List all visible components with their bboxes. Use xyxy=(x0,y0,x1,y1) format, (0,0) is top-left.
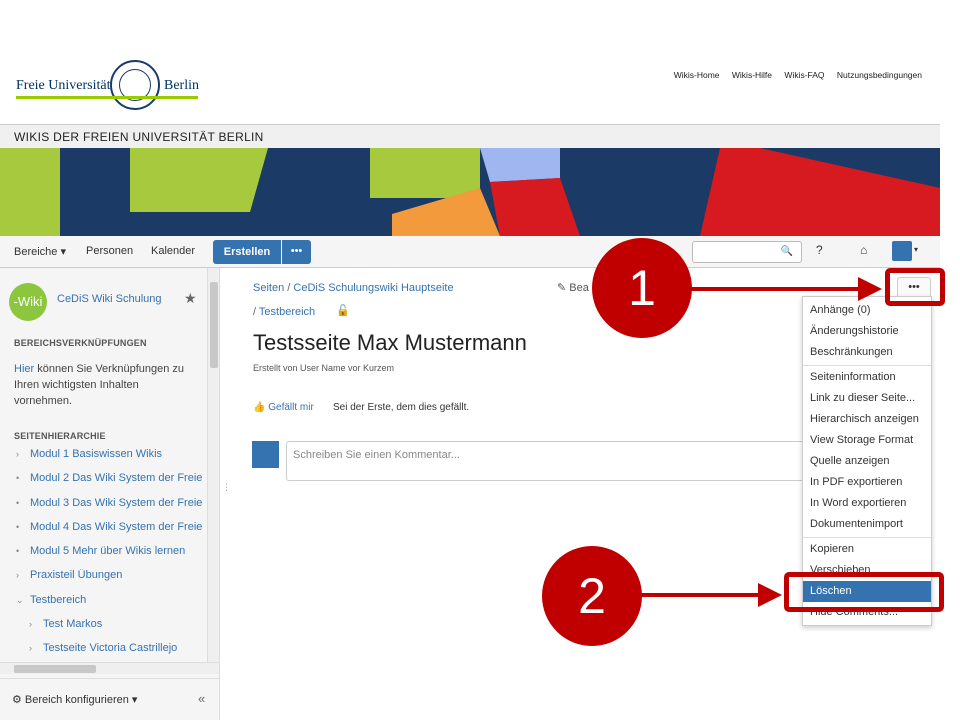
nav-bereiche[interactable]: Bereiche ▾ xyxy=(14,245,66,258)
comment-input[interactable]: Schreiben Sie einen Kommentar... xyxy=(286,441,816,481)
link-nutzungsbedingungen[interactable]: Nutzungsbedingungen xyxy=(837,70,922,80)
site-title: WIKIS DER FREIEN UNIVERSITÄT BERLIN xyxy=(14,130,264,144)
inbox-icon[interactable]: ⌂ xyxy=(860,243,867,257)
like-button[interactable]: 👍 Gefällt mir xyxy=(253,402,314,413)
nav-kalender[interactable]: Kalender xyxy=(151,245,195,257)
scroll-thumb[interactable] xyxy=(14,665,96,673)
menu-item-storage-format[interactable]: View Storage Format xyxy=(803,430,931,451)
page-tree-heading: SEITENHIERARCHIE xyxy=(14,431,106,441)
main-navbar: Bereiche ▾ Personen Kalender Erstellen •… xyxy=(0,236,940,268)
space-logo[interactable]: -Wiki xyxy=(9,283,47,321)
tree-item[interactable]: • Modul 4 Das Wiki System der Freie xyxy=(16,521,206,533)
tree-item[interactable]: • Modul 2 Das Wiki System der Freie xyxy=(16,472,206,484)
space-links-link[interactable]: Hier xyxy=(14,363,34,375)
menu-item-restrictions[interactable]: Beschränkungen xyxy=(803,342,931,363)
tree-item[interactable]: › Praxisteil Übungen xyxy=(16,569,206,581)
edit-button[interactable]: ✎ Bea xyxy=(557,281,589,294)
tree-item[interactable]: › Testseite Victoria Castrillejo xyxy=(29,642,206,654)
unlock-icon[interactable]: 🔓 xyxy=(336,304,350,317)
menu-divider xyxy=(803,537,931,538)
highlight-delete-item xyxy=(784,572,944,612)
tree-item[interactable]: • Modul 5 Mehr über Wikis lernen xyxy=(16,545,206,557)
logo-underline xyxy=(16,96,198,99)
link-wikis-hilfe[interactable]: Wikis-Hilfe xyxy=(732,70,772,80)
menu-item-view-source[interactable]: Quelle anzeigen xyxy=(803,451,931,472)
search-input[interactable]: 🔍 xyxy=(692,241,802,263)
breadcrumb-line-2: / Testbereich xyxy=(253,306,316,318)
nav-personen[interactable]: Personen xyxy=(86,245,133,257)
top-links: Wikis-Home Wikis-Hilfe Wikis-FAQ Nutzung… xyxy=(664,70,922,80)
scroll-thumb[interactable] xyxy=(210,282,218,368)
site-title-bar: WIKIS DER FREIEN UNIVERSITÄT BERLIN xyxy=(0,124,940,148)
breadcrumb-testbereich[interactable]: Testbereich xyxy=(259,306,315,318)
menu-item-history[interactable]: Änderungshistorie xyxy=(803,321,931,342)
top-header: Freie Universität Berlin Wikis-Home Wiki… xyxy=(0,0,940,124)
menu-item-hierarchy[interactable]: Hierarchisch anzeigen xyxy=(803,409,931,430)
space-links-heading: BEREICHSVERKNÜPFUNGEN xyxy=(14,338,147,348)
menu-item-doc-import[interactable]: Dokumentenimport xyxy=(803,514,931,535)
page-title: Testsseite Max Mustermann xyxy=(253,330,527,355)
sidebar-horizontal-scrollbar[interactable] xyxy=(0,662,219,674)
search-icon[interactable]: 🔍 xyxy=(781,246,793,257)
page-meta: Erstellt von User Name vor Kurzem xyxy=(253,363,395,373)
tree-item[interactable]: › Test Markos xyxy=(29,618,206,630)
menu-item-export-word[interactable]: In Word exportieren xyxy=(803,493,931,514)
logo-text-left: Freie Universität xyxy=(16,78,111,93)
create-more-button[interactable]: ••• xyxy=(282,240,311,264)
collapse-sidebar-icon[interactable]: « xyxy=(198,691,205,706)
logo-text-right: Berlin xyxy=(164,78,199,93)
menu-item-export-pdf[interactable]: In PDF exportieren xyxy=(803,472,931,493)
comment-avatar xyxy=(252,441,279,468)
space-links-text: Hier können Sie Verknüpfungen zu Ihren w… xyxy=(14,363,185,407)
breadcrumb: Seiten / CeDiS Schulungswiki Hauptseite xyxy=(253,282,454,294)
sidebar-resize-handle[interactable]: ⋮ xyxy=(222,482,231,493)
header-banner xyxy=(0,148,940,236)
breadcrumb-seiten[interactable]: Seiten xyxy=(253,282,284,294)
breadcrumb-hauptseite[interactable]: CeDiS Schulungswiki Hauptseite xyxy=(293,282,453,294)
sidebar-footer: ⚙ Bereich konfigurieren ▾ « xyxy=(0,678,219,720)
user-menu-caret-icon[interactable]: ▾ xyxy=(914,245,918,254)
space-sidebar: -Wiki CeDiS Wiki Schulung ★ BEREICHSVERK… xyxy=(0,268,220,720)
user-avatar-icon[interactable] xyxy=(892,241,912,261)
banner-graphic xyxy=(0,148,940,236)
menu-item-page-info[interactable]: Seiteninformation xyxy=(803,367,931,388)
help-icon[interactable]: ? xyxy=(816,243,823,257)
menu-divider xyxy=(803,365,931,366)
callout-1: 1 xyxy=(592,238,692,338)
tree-item[interactable]: ⌄ Testbereich xyxy=(16,594,206,606)
link-wikis-faq[interactable]: Wikis-FAQ xyxy=(784,70,824,80)
tree-item[interactable]: › Modul 1 Basiswissen Wikis xyxy=(16,448,206,460)
sidebar-vertical-scrollbar[interactable] xyxy=(207,268,219,662)
menu-item-copy[interactable]: Kopieren xyxy=(803,539,931,560)
menu-item-link[interactable]: Link zu dieser Seite... xyxy=(803,388,931,409)
highlight-more-button xyxy=(885,268,945,306)
tree-item[interactable]: • Modul 3 Das Wiki System der Freie xyxy=(16,497,206,509)
seal-icon xyxy=(110,60,160,110)
space-name[interactable]: CeDiS Wiki Schulung xyxy=(57,293,162,305)
star-icon[interactable]: ★ xyxy=(184,290,197,307)
callout-2: 2 xyxy=(542,546,642,646)
university-logo[interactable]: Freie Universität Berlin xyxy=(14,60,199,110)
comment-placeholder: Schreiben Sie einen Kommentar... xyxy=(293,449,460,461)
like-status-text: Sei der Erste, dem dies gefällt. xyxy=(333,402,470,413)
configure-space-link[interactable]: ⚙ Bereich konfigurieren ▾ xyxy=(12,693,137,706)
create-button[interactable]: Erstellen xyxy=(213,240,281,264)
link-wikis-home[interactable]: Wikis-Home xyxy=(674,70,720,80)
